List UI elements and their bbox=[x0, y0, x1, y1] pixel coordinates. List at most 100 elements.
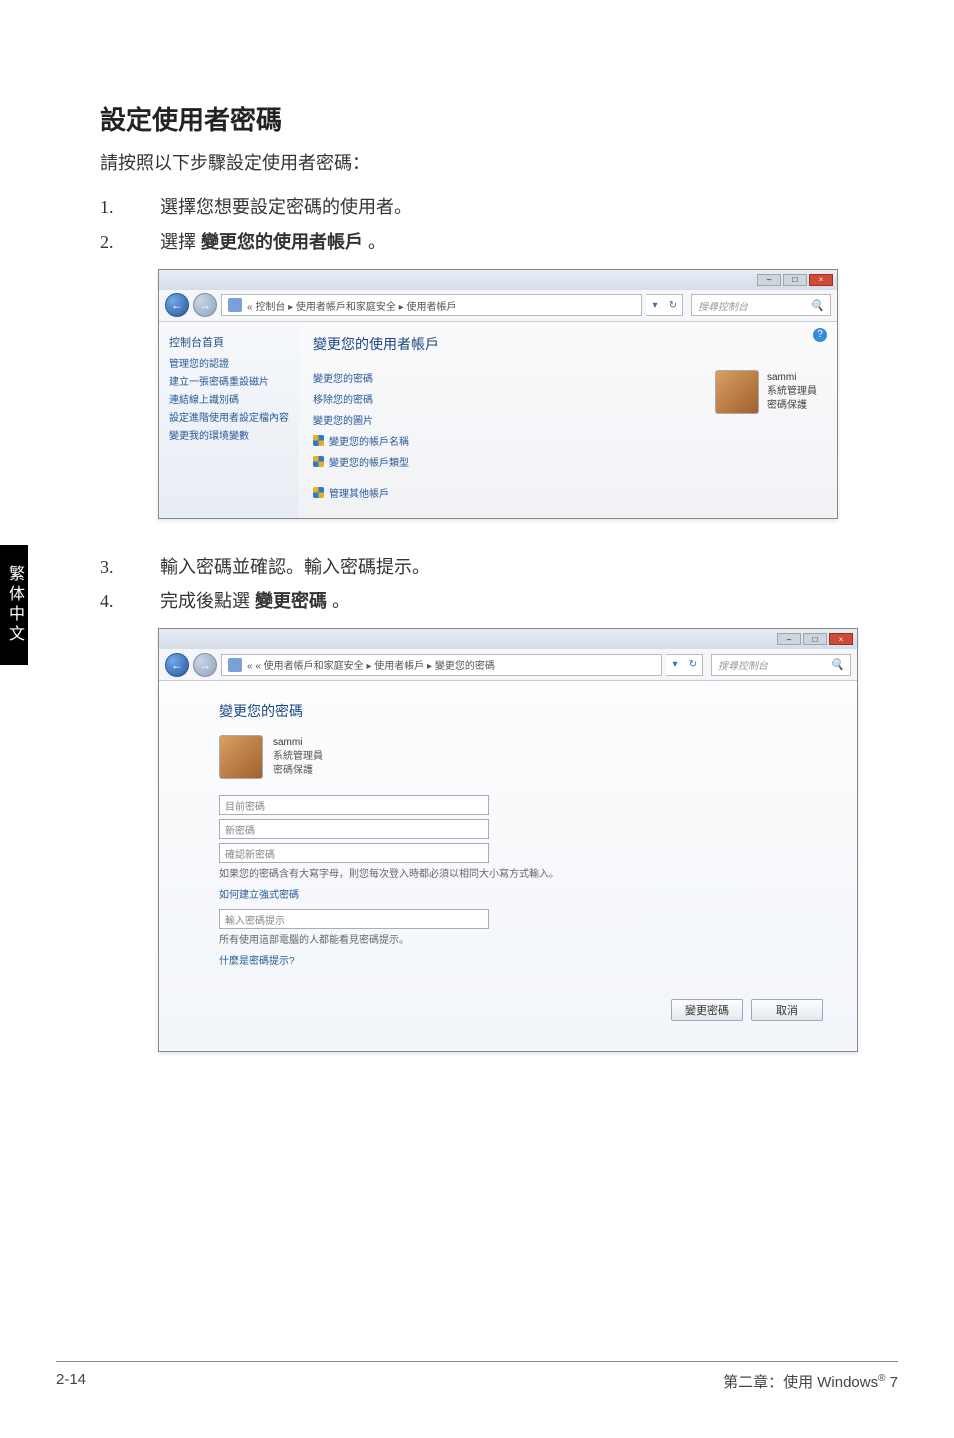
input-placeholder: 新密碼 bbox=[225, 822, 255, 837]
step-text: 選擇 變更您的使用者帳戶 。 bbox=[160, 228, 864, 257]
avatar bbox=[715, 370, 759, 414]
action-link[interactable]: 管理其他帳戶 bbox=[313, 485, 823, 500]
maximize-button[interactable]: □ bbox=[803, 633, 827, 645]
user-card: sammi 系統管理員 密碼保護 bbox=[715, 370, 817, 414]
location-icon bbox=[228, 298, 242, 312]
breadcrumb[interactable]: « « 使用者帳戶和家庭安全 ▸ 使用者帳戶 ▸ 變更您的密碼 bbox=[221, 654, 662, 676]
maximize-button[interactable]: □ bbox=[783, 274, 807, 286]
breadcrumb[interactable]: « 控制台 ▸ 使用者帳戶和家庭安全 ▸ 使用者帳戶 bbox=[221, 294, 642, 316]
step-number: 1. bbox=[100, 193, 160, 222]
user-role: 系統管理員 bbox=[767, 385, 817, 399]
change-password-button[interactable]: 變更密碼 bbox=[671, 999, 743, 1021]
dropdown-icon[interactable]: ▾ bbox=[646, 300, 664, 311]
footer-divider bbox=[56, 1361, 898, 1362]
search-input[interactable]: 搜尋控制台 🔍 bbox=[691, 294, 831, 316]
link-label: 管理其他帳戶 bbox=[329, 485, 389, 500]
chapter-label: 第二章：使用 Windows® 7 bbox=[723, 1371, 898, 1392]
step-number: 3. bbox=[100, 553, 160, 582]
avatar bbox=[219, 735, 263, 779]
back-button[interactable]: ← bbox=[165, 293, 189, 317]
search-placeholder: 搜尋控制台 bbox=[698, 298, 748, 313]
link-label: 變更您的密碼 bbox=[313, 370, 373, 385]
page-number: 2-14 bbox=[56, 1371, 86, 1392]
address-bar: ← → « « 使用者帳戶和家庭安全 ▸ 使用者帳戶 ▸ 變更您的密碼 ▾ ↻ … bbox=[159, 649, 857, 681]
sidebar-item[interactable]: 連結線上識別碼 bbox=[169, 394, 289, 407]
titlebar: – □ × bbox=[159, 270, 837, 290]
shield-icon bbox=[313, 435, 324, 446]
search-icon: 🔍 bbox=[810, 299, 824, 312]
bold-label: 變更您的使用者帳戶 bbox=[201, 232, 363, 252]
breadcrumb-text: « « 使用者帳戶和家庭安全 ▸ 使用者帳戶 ▸ 變更您的密碼 bbox=[247, 657, 495, 672]
sidebar-item[interactable]: 變更我的環境變數 bbox=[169, 430, 289, 443]
cancel-button[interactable]: 取消 bbox=[751, 999, 823, 1021]
shield-icon bbox=[313, 487, 324, 498]
action-link[interactable]: 變更您的圖片 bbox=[313, 412, 823, 427]
search-icon: 🔍 bbox=[830, 658, 844, 671]
search-placeholder: 搜尋控制台 bbox=[718, 657, 768, 672]
step-number: 2. bbox=[100, 228, 160, 257]
hint-text: 所有使用這部電腦的人都能看見密碼提示。 bbox=[219, 933, 823, 948]
step-number: 4. bbox=[100, 587, 160, 616]
help-icon[interactable]: ? bbox=[813, 328, 827, 342]
side-language-tab: 繁体中文 bbox=[0, 545, 28, 665]
action-link[interactable]: 變更您的帳戶名稱 bbox=[313, 433, 823, 448]
back-button[interactable]: ← bbox=[165, 653, 189, 677]
minimize-button[interactable]: – bbox=[777, 633, 801, 645]
forward-button[interactable]: → bbox=[193, 653, 217, 677]
link-label: 變更您的帳戶名稱 bbox=[329, 433, 409, 448]
input-placeholder: 輸入密碼提示 bbox=[225, 912, 285, 927]
location-icon bbox=[228, 658, 242, 672]
input-placeholder: 確認新密碼 bbox=[225, 846, 275, 861]
hint-link[interactable]: 什麼是密碼提示? bbox=[219, 954, 823, 969]
sidebar-item[interactable]: 建立一張密碼重設磁片 bbox=[169, 376, 289, 389]
hint-text: 如果您的密碼含有大寫字母，則您每次登入時都必須以相同大小寫方式輸入。 bbox=[219, 867, 823, 882]
hint-link[interactable]: 如何建立強式密碼 bbox=[219, 888, 823, 903]
panel-title: 變更您的密碼 bbox=[219, 701, 823, 721]
sidebar-title[interactable]: 控制台首頁 bbox=[169, 334, 289, 350]
dropdown-icon[interactable]: ▾ bbox=[666, 659, 684, 670]
user-protection: 密碼保護 bbox=[273, 764, 323, 778]
refresh-icon[interactable]: ↻ bbox=[684, 659, 702, 670]
footer-text: 7 bbox=[885, 1374, 898, 1391]
user-protection: 密碼保護 bbox=[767, 399, 817, 413]
input-placeholder: 目前密碼 bbox=[225, 798, 265, 813]
current-password-input[interactable]: 目前密碼 bbox=[219, 795, 489, 815]
minimize-button[interactable]: – bbox=[757, 274, 781, 286]
breadcrumb-text: « 控制台 ▸ 使用者帳戶和家庭安全 ▸ 使用者帳戶 bbox=[247, 298, 457, 313]
step-text-part: 完成後點選 bbox=[160, 591, 255, 611]
forward-button[interactable]: → bbox=[193, 293, 217, 317]
link-label: 變更您的圖片 bbox=[313, 412, 373, 427]
sidebar-item[interactable]: 管理您的認證 bbox=[169, 358, 289, 371]
action-link[interactable]: 變更您的帳戶類型 bbox=[313, 454, 823, 469]
close-button[interactable]: × bbox=[829, 633, 853, 645]
sidebar: 控制台首頁 管理您的認證 建立一張密碼重設磁片 連結線上識別碼 設定進階使用者設… bbox=[159, 322, 299, 518]
shield-icon bbox=[313, 456, 324, 467]
address-bar: ← → « 控制台 ▸ 使用者帳戶和家庭安全 ▸ 使用者帳戶 ▾ ↻ 搜尋控制台… bbox=[159, 290, 837, 322]
link-label: 變更您的帳戶類型 bbox=[329, 454, 409, 469]
step-text-part: 選擇 bbox=[160, 232, 201, 252]
bold-label: 變更密碼 bbox=[255, 591, 327, 611]
close-button[interactable]: × bbox=[809, 274, 833, 286]
step-text: 輸入密碼並確認。輸入密碼提示。 bbox=[160, 553, 864, 582]
new-password-input[interactable]: 新密碼 bbox=[219, 819, 489, 839]
section-intro: 請按照以下步驟設定使用者密碼： bbox=[100, 149, 864, 175]
main-panel: 變更您的使用者帳戶 變更您的密碼 移除您的密碼 變更您的圖片 變更您的帳戶名稱 … bbox=[299, 322, 837, 518]
section-heading: 設定使用者密碼 bbox=[100, 100, 864, 137]
footer-text: 第二章：使用 Windows bbox=[723, 1374, 878, 1391]
step-text: 完成後點選 變更密碼 。 bbox=[160, 587, 864, 616]
screenshot-window-2: – □ × ← → « « 使用者帳戶和家庭安全 ▸ 使用者帳戶 ▸ 變更您的密… bbox=[158, 628, 858, 1052]
step-text-part: 。 bbox=[363, 232, 386, 252]
user-name: sammi bbox=[767, 371, 817, 385]
search-input[interactable]: 搜尋控制台 🔍 bbox=[711, 654, 851, 676]
step-text: 選擇您想要設定密碼的使用者。 bbox=[160, 193, 864, 222]
confirm-password-input[interactable]: 確認新密碼 bbox=[219, 843, 489, 863]
user-name: sammi bbox=[273, 736, 323, 750]
user-role: 系統管理員 bbox=[273, 750, 323, 764]
refresh-group: ▾ ↻ bbox=[646, 294, 683, 316]
refresh-group: ▾ ↻ bbox=[666, 654, 703, 676]
refresh-icon[interactable]: ↻ bbox=[664, 300, 682, 311]
sidebar-item[interactable]: 設定進階使用者設定檔內容 bbox=[169, 412, 289, 425]
password-hint-input[interactable]: 輸入密碼提示 bbox=[219, 909, 489, 929]
titlebar: – □ × bbox=[159, 629, 857, 649]
panel-title: 變更您的使用者帳戶 bbox=[313, 334, 823, 354]
